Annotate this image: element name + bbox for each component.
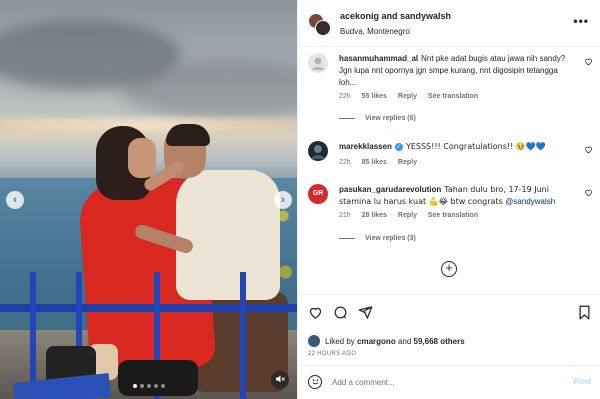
blue-railing [0,304,297,312]
emoji-picker-icon[interactable] [308,375,322,389]
view-replies-label: View replies (3) [365,235,416,242]
post-header: acekonig and sandywalsh Budva, Montenegr… [298,0,600,47]
post-photo[interactable]: ‹ › [0,0,297,399]
carousel-dot [132,384,137,388]
comment-likes[interactable]: 28 likes [362,212,387,219]
man-shirt [176,170,280,300]
view-replies-button[interactable]: View replies (3) [339,235,416,242]
comment-list[interactable]: hasanmuhammad_al Nnt pke adat bugis atau … [298,47,600,294]
mention-link[interactable]: @sandywalsh [505,197,555,206]
previous-slide-button[interactable]: ‹ [6,191,24,209]
post-authors[interactable]: acekonig and sandywalsh [340,11,451,21]
comment-username[interactable]: hasanmuhammad_al [339,54,418,63]
post-side-panel: acekonig and sandywalsh Budva, Montenegr… [297,0,600,399]
sunset-glow [0,118,297,132]
chevron-right-icon: › [281,193,285,206]
comment-time[interactable]: 22h [339,93,351,100]
comment-meta: 22h 55 likes Reply See translation [339,93,487,100]
carousel-dot [160,384,165,388]
divider [339,117,355,119]
bag [118,360,198,396]
comment-username[interactable]: pasukan_garudarevolution [339,185,441,194]
load-more-comments-button[interactable]: + [441,261,457,277]
man-hair [166,124,210,146]
woman-face [128,138,156,178]
like-comment-icon[interactable] [584,145,593,156]
liked-by-and: and [397,336,412,346]
bookmark-icon[interactable] [578,305,591,324]
post-timestamp[interactable]: 22 HOURS AGO [308,351,356,357]
comment-text: marekklassen ✓ YESSS!!! Congratulations!! … [339,141,574,153]
comment-input[interactable] [332,372,552,392]
liked-by: Liked by cmargono and 59,668 others [308,334,465,348]
chevron-left-icon: ‹ [13,193,17,206]
heart-icon[interactable] [308,305,323,324]
reply-button[interactable]: Reply [398,93,417,100]
liked-by-user[interactable]: cmargono [357,337,396,346]
comment-time[interactable]: 21h [339,212,351,219]
comment-likes[interactable]: 85 likes [362,159,387,166]
avatar [315,20,331,36]
reply-button[interactable]: Reply [398,159,417,166]
post-actions: Liked by cmargono and 59,668 others 22 H… [298,294,600,398]
post-location[interactable]: Budva, Montenegro [340,27,410,36]
avatar[interactable]: GR [308,184,328,204]
carousel-dot [139,384,144,388]
carousel-indicator [0,384,297,388]
avatar[interactable] [308,141,328,161]
comment-content: YESSS!!! Congratulations!! 🥹💙💙 [405,142,546,151]
add-comment-bar: Post [298,365,600,399]
avatar[interactable] [308,53,328,73]
comment-text: pasukan_garudarevolution Tahan dulu bro, … [339,184,574,208]
carousel-dot [153,384,158,388]
speaker-muted-icon [275,374,285,386]
comment-icon[interactable] [333,305,348,324]
comment-time[interactable]: 22h [339,159,351,166]
more-options-icon[interactable]: ••• [573,14,589,28]
comment-meta: 21h 28 likes Reply See translation [339,212,487,219]
view-replies-label: View replies (6) [365,115,416,122]
view-replies-button[interactable]: View replies (6) [339,115,416,122]
share-icon[interactable] [358,305,373,324]
post-comment-button[interactable]: Post [574,377,591,386]
like-comment-icon[interactable] [584,57,593,68]
next-slide-button[interactable]: › [274,191,292,209]
comment-meta: 22h 85 likes Reply [339,159,426,166]
avatar[interactable] [308,335,320,347]
verified-badge-icon: ✓ [394,142,403,151]
mute-button[interactable] [271,371,289,389]
see-translation-button[interactable]: See translation [428,212,478,219]
liked-by-prefix: Liked by [325,336,355,346]
carousel-dot [146,384,151,388]
see-translation-button[interactable]: See translation [428,93,478,100]
collab-avatars[interactable] [308,13,332,37]
reply-button[interactable]: Reply [398,212,417,219]
divider [339,237,355,239]
comment-likes[interactable]: 55 likes [362,93,387,100]
comment-text: hasanmuhammad_al Nnt pke adat bugis atau … [339,53,574,89]
liked-by-others[interactable]: 59,668 others [414,337,465,346]
railing-post [240,272,246,399]
like-comment-icon[interactable] [584,188,593,199]
comment-username[interactable]: marekklassen [339,142,392,151]
